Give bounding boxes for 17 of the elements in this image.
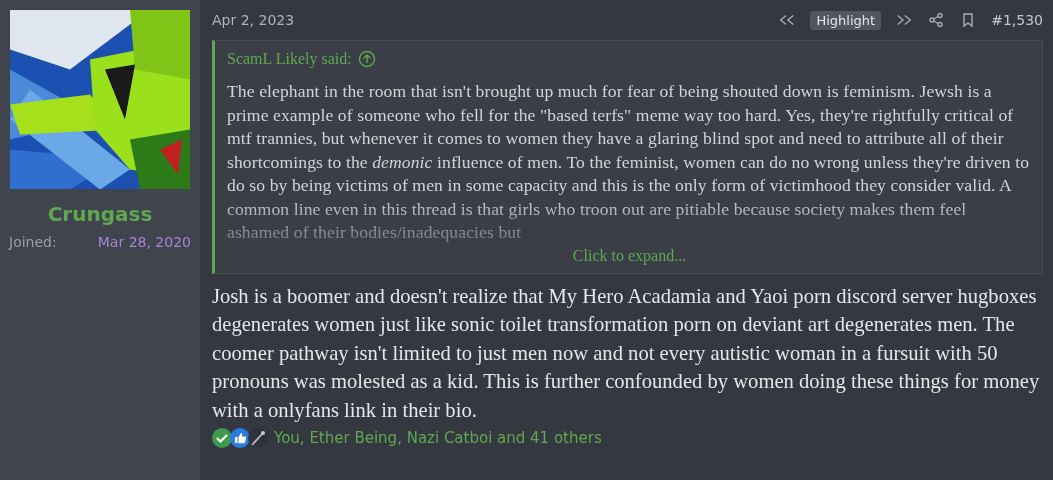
expand-link[interactable]: Click to expand...: [572, 246, 687, 265]
joined-label: Joined:: [9, 234, 57, 250]
post-date[interactable]: Apr 2, 2023: [212, 12, 295, 28]
check-reaction-icon: [212, 428, 232, 448]
share-icon[interactable]: [927, 12, 946, 28]
username[interactable]: Crungass: [47, 202, 153, 226]
post-number[interactable]: #1,530: [991, 12, 1043, 28]
wand-icon: [248, 428, 268, 448]
thumbs-up-icon: [230, 428, 250, 448]
post-body: Josh is a boomer and doesn't realize that My Hero Acadamia and Yaoi porn discord server hugboxes degenerates women just like sonic toilet transformation porn on deviant art degenerates men. The coomer pathway isn't limited to just men now and not every autistic woman in a fursuit with 50 pronouns was molested as a kid. This is further confounded by women doing these things for money with a onlyfans link in their bio.: [212, 283, 1041, 424]
reaction-list[interactable]: You, Ether Being, Nazi Catboi and 41 others: [274, 429, 602, 447]
joined-date: Mar 28, 2020: [97, 234, 191, 250]
quote-author[interactable]: ScamL Likely said:: [227, 50, 352, 68]
quote-text: The elephant in the room that isn't brought up much for fear of being shouted down is feminism. Jewsh is a prime example of someone who fell for the "based terfs" meme way too hard. Yes, they're rightfully critical of mtf trannies, but whenever it comes to women they have a glaring blind spot and need to attribute all of their shortcomings to the demonic influence of men. To the feminist, women can do no wrong unless they're driven to do so by being victims of men in some capacity and this is the only form of victimhood they consider valid. A common line even in this thread is that girls who troon out are pitiable because society makes them feel ashamed of their bodies/inadequacies but: [227, 80, 1031, 244]
arrow-up-icon[interactable]: [357, 50, 376, 68]
highlight-button[interactable]: Highlight: [810, 10, 882, 30]
next-icon[interactable]: [895, 12, 914, 28]
